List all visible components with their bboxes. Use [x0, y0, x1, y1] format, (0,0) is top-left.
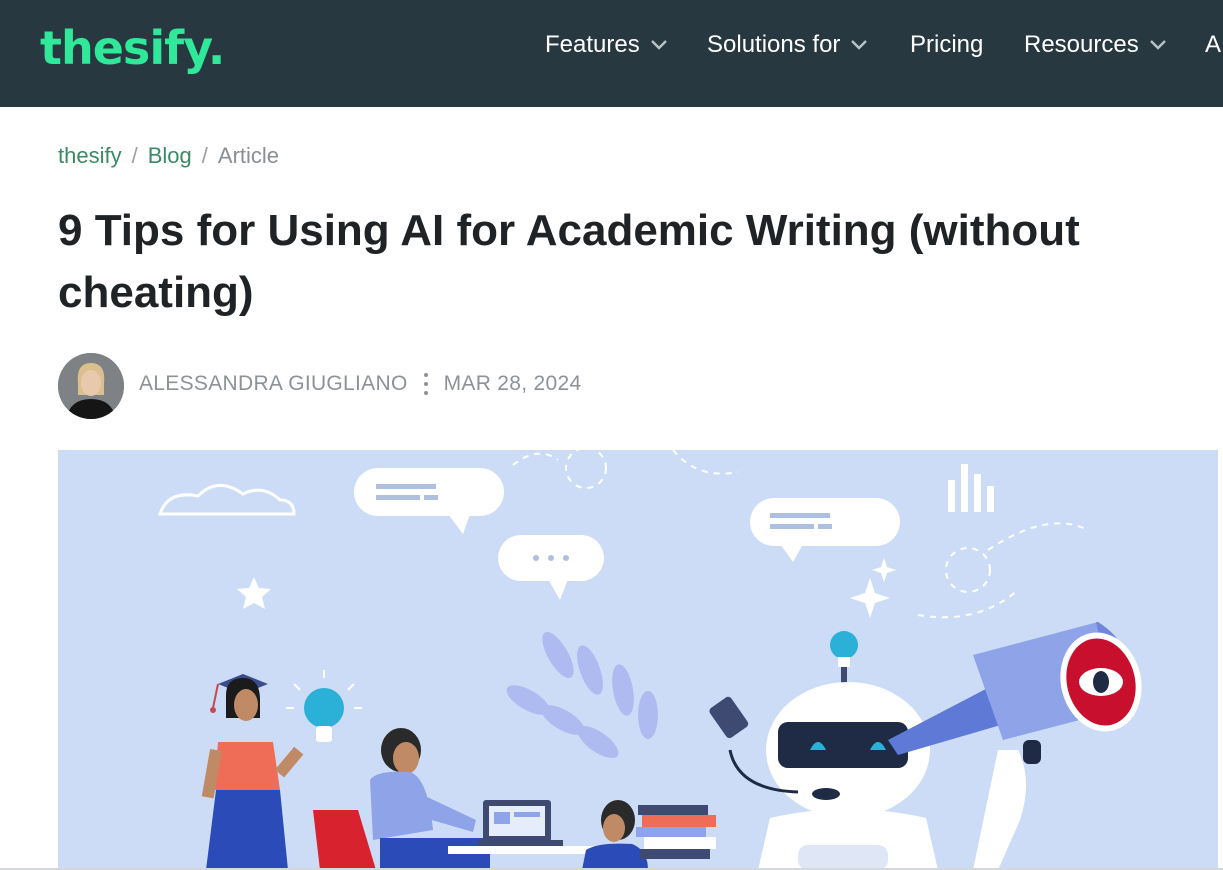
- nav-features-label: Features: [545, 31, 640, 58]
- author-name[interactable]: ALESSANDRA GIUGLIANO: [139, 372, 408, 396]
- breadcrumb-separator: /: [131, 143, 138, 168]
- publish-date: MAR 28, 2024: [443, 372, 582, 395]
- hero-illustration: [58, 450, 1218, 870]
- nav-pricing[interactable]: Pricing: [910, 0, 983, 90]
- breadcrumb-separator: /: [201, 143, 208, 168]
- article-byline: ALESSANDRA GIUGLIANO MAR 28, 2024: [139, 372, 581, 396]
- vertical-dots-separator: [423, 373, 428, 395]
- chevron-down-icon: [1149, 40, 1166, 50]
- breadcrumb-current: Article: [217, 143, 280, 168]
- author-avatar[interactable]: [58, 353, 124, 419]
- nav-solutions-label: Solutions for: [707, 31, 841, 58]
- breadcrumb-home[interactable]: thesify: [58, 143, 122, 169]
- nav-pricing-label: Pricing: [910, 31, 984, 58]
- nav-more[interactable]: A: [1205, 0, 1221, 90]
- top-navigation-bar: thesify. Features Solutions for Pricing …: [0, 0, 1223, 107]
- chevron-down-icon: [650, 40, 667, 50]
- nav-more-label: A: [1205, 31, 1222, 58]
- nav-features[interactable]: Features: [545, 0, 668, 90]
- thesify-logo[interactable]: thesify.: [40, 18, 225, 78]
- ai-academic-writing-illustration: [157, 450, 1142, 870]
- nav-resources[interactable]: Resources: [1024, 0, 1167, 90]
- breadcrumb-blog[interactable]: Blog: [148, 143, 192, 169]
- breadcrumb: thesify / Blog / Article: [58, 143, 279, 169]
- article-title: 9 Tips for Using AI for Academic Writing…: [58, 206, 1080, 317]
- nav-solutions-for[interactable]: Solutions for: [707, 0, 868, 90]
- nav-resources-label: Resources: [1024, 31, 1139, 58]
- chevron-down-icon: [851, 40, 868, 50]
- author-photo: [58, 353, 124, 419]
